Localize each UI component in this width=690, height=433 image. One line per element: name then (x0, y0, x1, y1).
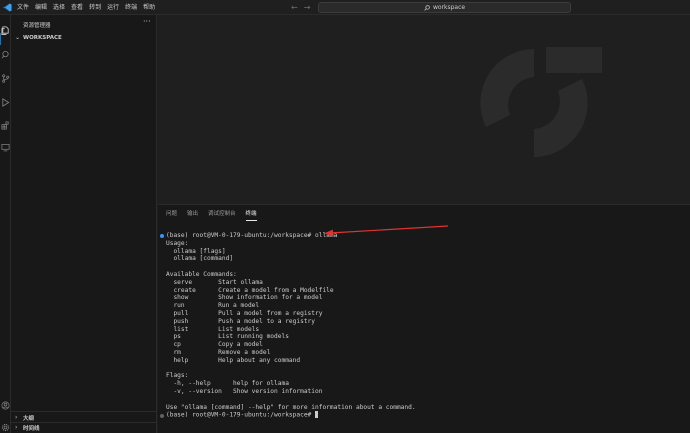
terminal-line: create Create a model from a Modelfile (166, 286, 334, 294)
tab-terminal[interactable]: 终端 (245, 209, 257, 221)
workspace-label: WORKSPACE (23, 34, 62, 41)
extensions-icon[interactable] (1, 115, 10, 130)
more-actions-icon[interactable]: ··· (143, 17, 151, 26)
divider (11, 411, 157, 412)
terminal-line: ps List running models (166, 333, 289, 341)
timeline-section-header[interactable]: › 时间线 (15, 423, 40, 432)
terminal-line: serve Start ollama (166, 278, 263, 286)
menu-terminal[interactable]: 终端 (122, 0, 140, 15)
command-center-text: workspace (432, 4, 466, 11)
terminal-line: list List models (166, 325, 260, 333)
remote-explorer-icon[interactable] (1, 137, 10, 152)
search-icon (424, 4, 430, 11)
editor-area (158, 15, 690, 204)
menu-selection[interactable]: 选择 (50, 0, 68, 15)
terminal-line: pull Pull a model from a registry (166, 309, 323, 317)
outline-label: 大纲 (23, 415, 35, 422)
navigation-arrows: ← → (291, 0, 310, 15)
menu-bar: 文件 编辑 选择 查看 转到 运行 终端 帮助 (14, 0, 158, 15)
workspace-section-header[interactable]: ⌄ WORKSPACE (15, 33, 62, 42)
terminal-line: -v, --version Show version information (166, 387, 323, 395)
terminal-line: ollama [command] (166, 255, 234, 263)
explorer-title: 资源管理器 (23, 23, 51, 29)
vscode-watermark-icon (480, 47, 602, 157)
tab-debug-console[interactable]: 调试控制台 (208, 209, 236, 221)
command-status-dot (160, 234, 164, 238)
terminal-line: ollama [flags] (166, 247, 226, 255)
terminal-line: Usage: (166, 239, 189, 247)
terminal-line: (base) root@VM-0-179-ubuntu:/workspace# … (166, 232, 338, 239)
terminal-prompt: (base) root@VM-0-179-ubuntu:/workspace# (166, 411, 316, 419)
menu-view[interactable]: 查看 (68, 0, 86, 15)
explorer-sidebar: 资源管理器 ··· ⌄ WORKSPACE › 大纲 › 时间线 (11, 15, 157, 433)
prompt-status-dot (160, 414, 164, 418)
terminal-line: Flags: (166, 372, 189, 380)
tab-output[interactable]: 输出 (187, 209, 198, 221)
terminal-prompt-line: (base) root@VM-0-179-ubuntu:/workspace# (166, 411, 686, 419)
menu-file[interactable]: 文件 (14, 0, 32, 15)
chevron-right-icon: › (15, 414, 18, 421)
command-center-search[interactable]: workspace (318, 2, 571, 13)
timeline-label: 时间线 (23, 425, 40, 432)
tab-problems[interactable]: 问题 (166, 209, 177, 221)
vscode-logo-icon (0, 0, 14, 15)
terminal-line: show Show information for a model (166, 294, 323, 302)
forward-arrow-icon[interactable]: → (304, 3, 311, 12)
chevron-right-icon: › (15, 424, 18, 431)
search-icon[interactable] (1, 44, 10, 59)
terminal-line: help Help about any command (166, 356, 301, 364)
settings-gear-icon[interactable] (1, 417, 10, 432)
menu-edit[interactable]: 编辑 (32, 0, 50, 15)
chevron-down-icon: ⌄ (15, 34, 21, 41)
panel-tab-bar: 问题 输出 调试控制台 终端 (166, 209, 257, 221)
terminal-output[interactable]: (base) root@VM-0-179-ubuntu:/workspace# … (160, 232, 686, 419)
menu-help[interactable]: 帮助 (140, 0, 158, 15)
menu-run[interactable]: 运行 (104, 0, 122, 15)
activity-bar (0, 15, 11, 433)
terminal-cursor (315, 411, 319, 419)
run-debug-icon[interactable] (1, 92, 10, 107)
bottom-panel: 问题 输出 调试控制台 终端 (base) root@VM-0-179-ubun… (158, 204, 690, 433)
terminal-line: -h, --help help for ollama (166, 380, 289, 388)
files-icon[interactable] (1, 20, 10, 35)
terminal-line: cp Copy a model (166, 341, 263, 349)
terminal-line: run Run a model (166, 302, 260, 310)
outline-section-header[interactable]: › 大纲 (15, 413, 34, 422)
terminal-line: push Push a model to a registry (166, 317, 316, 325)
terminal-line: rm Remove a model (166, 348, 271, 356)
terminal-line: Use "ollama [command] --help" for more i… (166, 403, 416, 411)
back-arrow-icon[interactable]: ← (291, 3, 298, 12)
source-control-icon[interactable] (1, 68, 10, 83)
menu-go[interactable]: 转到 (86, 0, 104, 15)
title-bar: 文件 编辑 选择 查看 转到 运行 终端 帮助 ← → workspace (0, 0, 690, 15)
terminal-line: Available Commands: (166, 270, 237, 278)
account-icon[interactable] (1, 395, 10, 410)
